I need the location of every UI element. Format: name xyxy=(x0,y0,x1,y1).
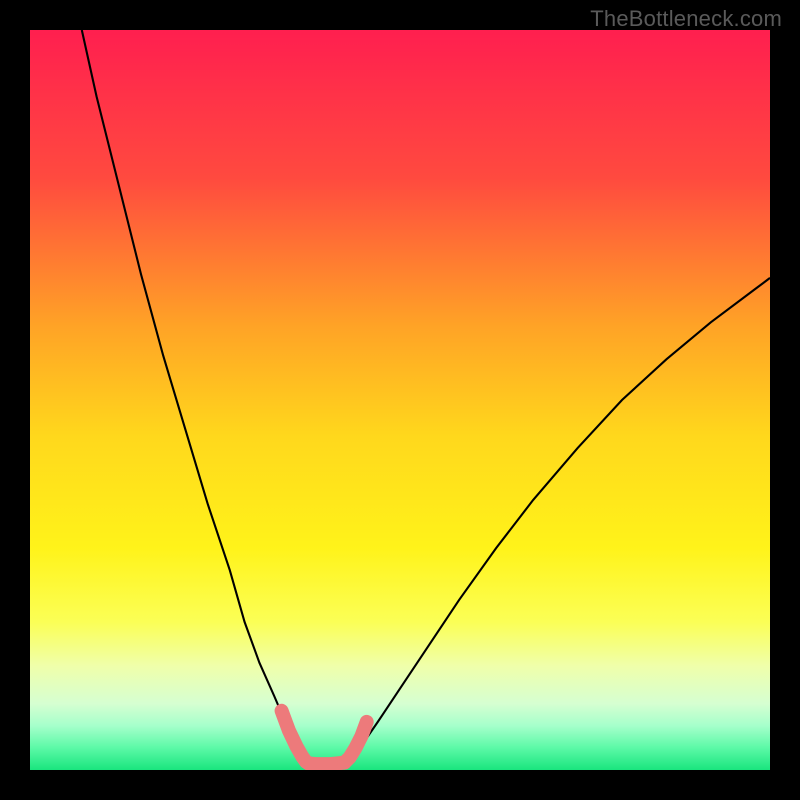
chart-frame: TheBottleneck.com xyxy=(0,0,800,800)
chart-svg xyxy=(30,30,770,770)
watermark-text: TheBottleneck.com xyxy=(590,6,782,32)
plot-area xyxy=(30,30,770,770)
chart-background xyxy=(30,30,770,770)
